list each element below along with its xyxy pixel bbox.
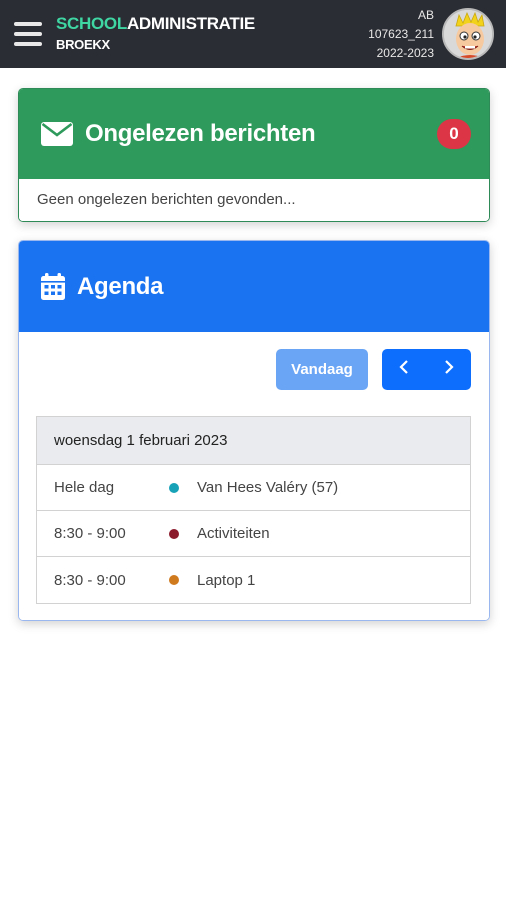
agenda-card: Agenda Vandaag woensdag 1 februari 2023 … <box>18 240 490 621</box>
school-year: 2022-2023 <box>376 46 434 60</box>
today-button[interactable]: Vandaag <box>276 349 368 390</box>
agenda-date-heading: woensdag 1 februari 2023 <box>37 417 470 465</box>
brand-part2: ADMINISTRATIE <box>126 14 255 33</box>
event-color-dot <box>169 528 179 539</box>
agenda-event-row[interactable]: Hele dag Van Hees Valéry (57) <box>37 465 470 511</box>
calendar-icon <box>41 273 65 300</box>
messages-title: Ongelezen berichten <box>85 120 316 147</box>
event-title: Activiteiten <box>197 525 270 542</box>
event-color-dot <box>169 575 179 585</box>
unread-count-badge: 0 <box>437 119 471 149</box>
agenda-body: Vandaag woensdag 1 februari 2023 Hele da… <box>19 332 489 620</box>
agenda-card-header: Agenda <box>19 241 489 332</box>
avatar[interactable] <box>442 8 494 60</box>
user-info[interactable]: AB 107623_211 2022-2023 <box>368 6 434 63</box>
user-initials: AB <box>417 8 434 22</box>
envelope-icon <box>41 122 73 146</box>
next-day-button[interactable] <box>427 349 472 390</box>
messages-card-header[interactable]: Ongelezen berichten 0 <box>19 89 489 179</box>
event-time: Hele dag <box>54 479 115 496</box>
school-name: BROEKX <box>56 37 110 52</box>
event-title: Van Hees Valéry (57) <box>197 479 339 496</box>
event-time: 8:30 - 9:00 <box>54 571 126 589</box>
prev-day-button[interactable] <box>382 349 427 390</box>
event-color-dot <box>169 482 179 493</box>
agenda-title: Agenda <box>77 272 164 300</box>
agenda-event-row[interactable]: 8:30 - 9:00 Activiteiten <box>37 511 470 557</box>
messages-empty-text: Geen ongelezen berichten gevonden... <box>19 179 489 221</box>
date-nav-group <box>382 349 471 390</box>
top-navbar: SCHOOLADMINISTRATIE BROEKX AB 107623_211… <box>0 0 506 68</box>
chevron-right-icon <box>444 359 454 380</box>
unread-messages-card: Ongelezen berichten 0 Geen ongelezen ber… <box>18 88 490 222</box>
agenda-list: woensdag 1 februari 2023 Hele dag Van He… <box>36 416 471 604</box>
event-time: 8:30 - 9:00 <box>54 525 126 542</box>
user-id: 107623_211 <box>368 27 434 41</box>
chevron-left-icon <box>399 359 409 380</box>
agenda-event-row[interactable]: 8:30 - 9:00 Laptop 1 <box>37 557 470 603</box>
event-title: Laptop 1 <box>197 571 256 589</box>
brand-part1: SCHOOL <box>56 14 127 33</box>
menu-icon[interactable] <box>14 22 42 46</box>
brand[interactable]: SCHOOLADMINISTRATIE BROEKX <box>56 14 255 54</box>
